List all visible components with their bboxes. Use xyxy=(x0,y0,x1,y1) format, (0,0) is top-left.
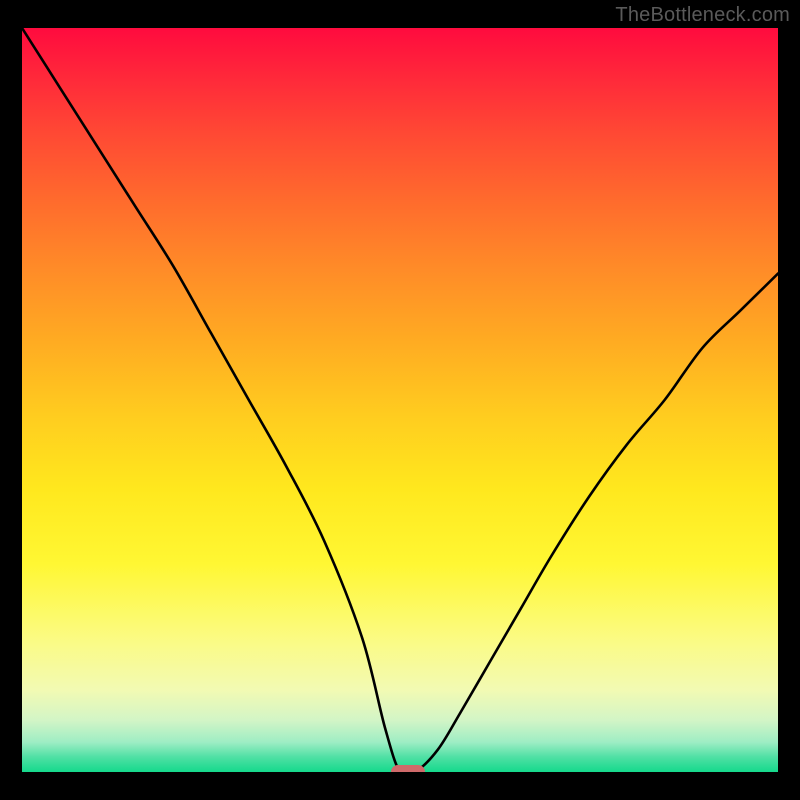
plot-area xyxy=(22,28,778,772)
bottleneck-curve xyxy=(22,28,778,772)
optimal-point-marker xyxy=(391,765,425,772)
chart-frame: TheBottleneck.com xyxy=(0,0,800,800)
watermark-text: TheBottleneck.com xyxy=(615,4,790,27)
